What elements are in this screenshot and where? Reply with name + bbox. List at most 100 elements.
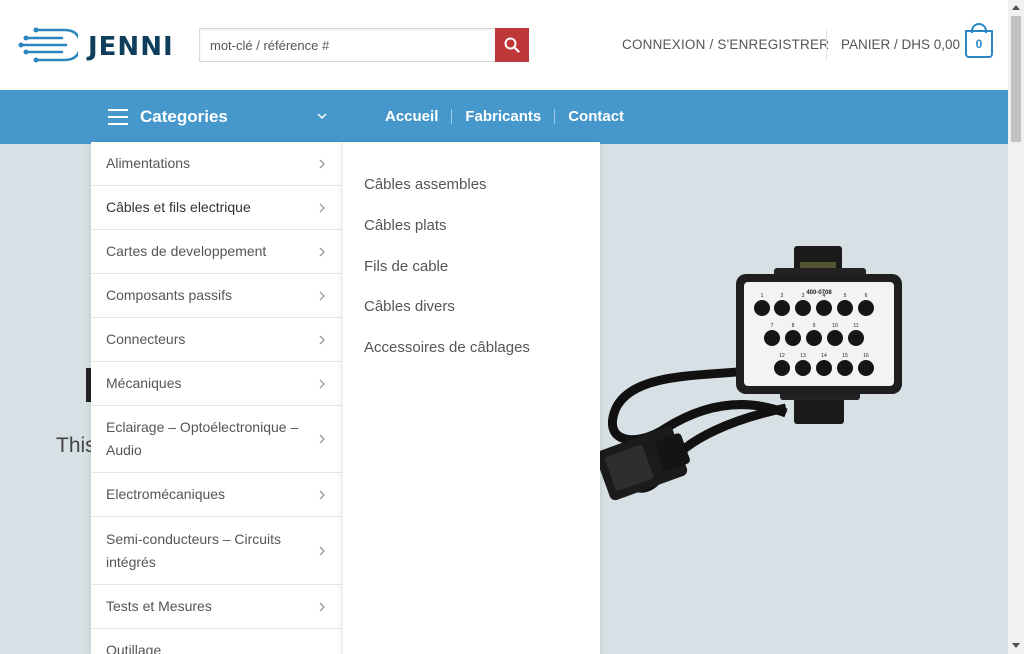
categories-dropdown: Alimentations Câbles et fils electrique Ca… [91,142,342,654]
scrollbar-thumb[interactable] [1011,16,1021,142]
search-icon [504,37,520,53]
page-scrollbar[interactable] [1008,0,1024,654]
header-divider [826,30,827,60]
port-number: 6 [865,293,868,299]
hero-text: This [56,434,96,457]
port-number: 11 [853,323,858,329]
scroll-up-arrow-icon[interactable] [1012,5,1020,10]
port-socket [858,360,874,376]
menu-item-label: Alimentations [106,155,191,171]
port-socket [774,300,790,316]
port-number: 2 [781,293,784,299]
port-socket [785,330,801,346]
port-socket [795,360,811,376]
site-header: JENNI CONNEXION / S'ENREGISTRER PANIER /… [0,0,1008,90]
cart-count-icon[interactable]: 0 [965,30,993,58]
port-socket [754,300,770,316]
product-label-text: 400-0708 [806,290,832,296]
subcategory-link[interactable]: Accessoires de câblages [364,339,530,356]
logo-circuit-icon [18,27,78,63]
port-number: 7 [771,323,774,329]
menu-item-label: Tests et Mesures [106,598,212,614]
port-socket [827,330,843,346]
chevron-right-icon [319,379,325,388]
menu-item-label: Eclairage – Optoélectronique – Audio [106,419,299,458]
categories-toggle[interactable]: Categories [91,90,341,144]
port-socket [795,300,811,316]
menu-item[interactable]: Tests et Mesures [91,585,342,629]
menu-item-label: Composants passifs [106,287,233,303]
menu-item[interactable]: Eclairage – Optoélectronique – Audio [91,406,342,473]
menu-item-label: Electromécaniques [106,486,226,502]
menu-item[interactable]: Alimentations [91,142,342,186]
nav-link-accueil[interactable]: Accueil [385,108,438,125]
chevron-right-icon [319,602,325,611]
port-socket [837,360,853,376]
menu-item[interactable]: Electromécaniques [91,473,342,517]
chevron-right-icon [319,247,325,256]
menu-item-label: Semi-conducteurs – Circuits intégrés [106,530,282,570]
subcategory-link[interactable]: Câbles assembles [364,176,487,193]
port-socket [858,300,874,316]
product-image-obd-breakout-box[interactable]: 400-0708 1 2 3 4 5 67 8 9 10 1112 13 14 15 16 [596,238,902,548]
nav-separator [554,109,556,124]
nav-separator [451,109,453,124]
port-number: 3 [802,293,805,299]
port-number: 5 [844,293,847,299]
menu-item[interactable]: Composants passifs [91,274,342,318]
port-socket [816,360,832,376]
page: JENNI CONNEXION / S'ENREGISTRER PANIER /… [0,0,1024,654]
subcategory-link[interactable]: Fils de cable [364,258,448,275]
menu-item[interactable]: Connecteurs [91,318,342,362]
logo-wordmark: JENNI [88,32,174,62]
chevron-down-icon [317,113,327,120]
port-number: 4 [823,293,826,299]
menu-item[interactable]: Mécaniques [91,362,342,406]
scroll-down-arrow-icon[interactable] [1012,643,1020,648]
port-socket [764,330,780,346]
menu-item[interactable]: Outillage [91,629,342,654]
menu-item-label: Connecteurs [106,331,186,347]
hamburger-icon [108,109,128,125]
subcategory-link[interactable]: Câbles divers [364,298,455,315]
port-socket [806,330,822,346]
chevron-right-icon [319,434,325,444]
categories-label: Categories [140,107,228,126]
search-form [199,28,529,62]
port-socket [774,360,790,376]
port-number: 10 [832,323,838,329]
chevron-right-icon [319,335,325,344]
site-logo[interactable]: JENNI [18,22,173,68]
menu-item[interactable]: Câbles et fils electrique [91,186,342,230]
port-socket [848,330,864,346]
search-button[interactable] [495,28,529,62]
subcategories-panel: Câbles assembles Câbles plats Fils de cabl… [342,142,600,654]
nav-links: Accueil Fabricants Contact [385,108,624,125]
port-number: 1 [761,293,764,299]
main-nav: Categories Accueil Fabricants Contact [0,90,1008,144]
menu-item[interactable]: Cartes de developpement [91,230,342,274]
port-socket [816,300,832,316]
port-number: 13 [800,353,806,359]
menu-item-label: Outillage [106,642,162,654]
menu-item[interactable]: Semi-conducteurs – Circuits intégrés [91,517,342,585]
nav-link-fabricants[interactable]: Fabricants [465,108,541,125]
port-socket [837,300,853,316]
menu-item-label: Câbles et fils electrique [106,199,251,215]
chevron-right-icon [319,291,325,300]
login-register-link[interactable]: CONNEXION / S'ENREGISTRER [622,37,829,52]
menu-item-label: Mécaniques [106,375,182,391]
port-number: 16 [863,353,869,359]
nav-link-contact[interactable]: Contact [568,108,624,125]
port-number: 9 [813,323,816,329]
port-number: 14 [821,353,827,359]
chevron-right-icon [319,203,325,212]
chevron-right-icon [319,546,325,555]
search-input[interactable] [199,28,495,62]
cart-link[interactable]: PANIER / DHS 0,00 [841,37,960,52]
chevron-right-icon [319,490,325,499]
menu-item-label: Cartes de developpement [106,243,267,259]
port-number: 12 [779,353,785,359]
subcategory-link[interactable]: Câbles plats [364,217,447,234]
port-number: 8 [792,323,795,329]
